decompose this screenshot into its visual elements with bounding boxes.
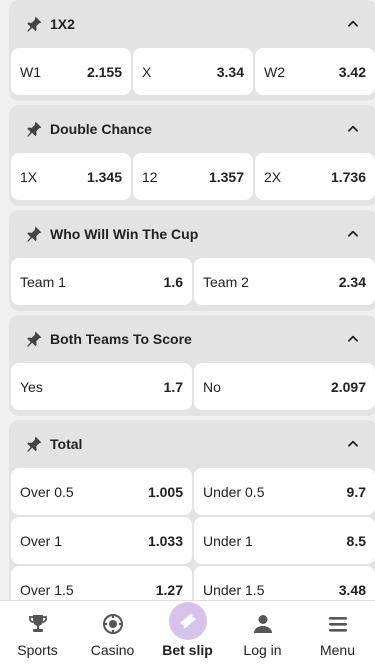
odds-button-over-1[interactable]: Over 1 1.033 — [11, 517, 192, 564]
odds-value: 3.42 — [338, 63, 366, 80]
nav-item-sports[interactable]: Sports — [3, 602, 73, 666]
odds-value: 1.345 — [86, 168, 122, 185]
odds-row: Over 0.5 1.005 Under 0.5 9.7 — [9, 468, 375, 515]
outcome-label: Team 1 — [20, 273, 66, 290]
outcome-label: W1 — [20, 63, 41, 80]
chevron-up-icon[interactable] — [343, 224, 363, 244]
odds-value: 2.34 — [338, 273, 366, 290]
odds-value: 1.7 — [163, 378, 183, 395]
market-header[interactable]: Double Chance — [9, 105, 375, 153]
user-icon — [250, 611, 276, 637]
odds-value: 3.48 — [338, 581, 366, 598]
nav-item-menu[interactable]: Menu — [303, 602, 373, 666]
chevron-up-icon[interactable] — [343, 329, 363, 349]
odds-row: Over 1 1.033 Under 1 8.5 — [9, 517, 375, 564]
odds-value: 1.357 — [208, 168, 244, 185]
odds-button-over-0-5[interactable]: Over 0.5 1.005 — [11, 468, 192, 515]
pin-icon[interactable] — [23, 13, 45, 35]
market-title: Who Will Win The Cup — [50, 226, 199, 242]
odds-value: 1.27 — [155, 581, 183, 598]
odds-value: 2.097 — [330, 378, 366, 395]
nav-label: Log in — [243, 642, 282, 658]
market-double-chance: Double Chance 1X 1.345 12 1.357 2X 1.736 — [9, 105, 375, 206]
odds-row: 1X 1.345 12 1.357 2X 1.736 — [9, 153, 375, 200]
market-header[interactable]: Total — [9, 420, 375, 468]
odds-button-team-1[interactable]: Team 1 1.6 — [11, 258, 192, 305]
outcome-label: W2 — [264, 63, 285, 80]
outcome-label: 1X — [20, 168, 38, 185]
nav-item-log-in[interactable]: Log in — [228, 602, 298, 666]
market-header[interactable]: Who Will Win The Cup — [9, 210, 375, 258]
odds-button-yes[interactable]: Yes 1.7 — [11, 363, 192, 410]
nav-item-bet-slip[interactable]: Bet slip — [153, 602, 223, 666]
chevron-up-icon[interactable] — [343, 434, 363, 454]
outcome-label: Over 0.5 — [20, 483, 74, 500]
odds-button-w2[interactable]: W2 3.42 — [255, 48, 375, 95]
outcome-label: No — [203, 378, 221, 395]
pin-icon[interactable] — [23, 328, 45, 350]
market-1x2: 1X2 W1 2.155 X 3.34 W2 3.42 — [9, 0, 375, 101]
odds-value: 1.005 — [147, 483, 183, 500]
odds-value: 1.736 — [330, 168, 366, 185]
ticket-icon — [168, 602, 207, 640]
nav-item-casino[interactable]: Casino — [78, 602, 148, 666]
chevron-up-icon[interactable] — [343, 14, 363, 34]
market-header[interactable]: 1X2 — [9, 0, 375, 48]
pin-icon[interactable] — [23, 118, 45, 140]
menu-icon — [325, 611, 351, 637]
market-total: Total Over 0.5 1.005 Under 0.5 9.7 Over 1 1.03… — [9, 420, 375, 619]
odds-row: W1 2.155 X 3.34 W2 3.42 — [9, 48, 375, 95]
outcome-label: X — [142, 63, 152, 80]
outcome-label: 12 — [142, 168, 158, 185]
app-root: 1X2 W1 2.155 X 3.34 W2 3.42 Double Chance 1X 1.34… — [0, 0, 375, 666]
trophy-icon — [25, 611, 51, 637]
odds-button-2x[interactable]: 2X 1.736 — [255, 153, 375, 200]
market-title: Total — [50, 436, 83, 452]
pin-icon[interactable] — [23, 223, 45, 245]
outcome-label: Over 1.5 — [20, 581, 74, 598]
odds-value: 2.155 — [86, 63, 122, 80]
odds-row: Yes 1.7 No 2.097 — [9, 363, 375, 410]
odds-button-1x[interactable]: 1X 1.345 — [11, 153, 131, 200]
odds-button-x[interactable]: X 3.34 — [133, 48, 253, 95]
market-both-teams-to-score: Both Teams To Score Yes 1.7 No 2.097 — [9, 315, 375, 416]
odds-value: 8.5 — [346, 532, 366, 549]
outcome-label: Over 1 — [20, 532, 63, 549]
odds-value: 1.6 — [163, 273, 183, 290]
market-title: Double Chance — [50, 121, 152, 137]
odds-value: 1.033 — [147, 532, 183, 549]
market-header[interactable]: Both Teams To Score — [9, 315, 375, 363]
bottom-navigation: Sports Casino Bet slip Log in Menu — [0, 600, 375, 666]
odds-button-under-0-5[interactable]: Under 0.5 9.7 — [194, 468, 375, 515]
casino-chip-icon — [100, 611, 126, 637]
odds-button-12[interactable]: 12 1.357 — [133, 153, 253, 200]
outcome-label: Team 2 — [203, 273, 249, 290]
outcome-label: Under 1.5 — [203, 581, 265, 598]
outcome-label: Under 0.5 — [203, 483, 265, 500]
markets-list: 1X2 W1 2.155 X 3.34 W2 3.42 Double Chance 1X 1.34… — [0, 0, 375, 623]
market-who-will-win-the-cup: Who Will Win The Cup Team 1 1.6 Team 2 2.34 — [9, 210, 375, 311]
nav-label: Casino — [90, 642, 135, 658]
odds-button-w1[interactable]: W1 2.155 — [11, 48, 131, 95]
nav-label: Menu — [319, 642, 356, 658]
outcome-label: Under 1 — [203, 532, 253, 549]
market-title: Both Teams To Score — [50, 331, 192, 347]
odds-button-under-1[interactable]: Under 1 8.5 — [194, 517, 375, 564]
odds-row: Team 1 1.6 Team 2 2.34 — [9, 258, 375, 305]
nav-label: Sports — [17, 642, 58, 658]
odds-value: 9.7 — [346, 483, 366, 500]
pin-icon[interactable] — [23, 433, 45, 455]
market-title: 1X2 — [50, 16, 75, 32]
odds-button-team-2[interactable]: Team 2 2.34 — [194, 258, 375, 305]
odds-button-no[interactable]: No 2.097 — [194, 363, 375, 410]
nav-label: Bet slip — [162, 642, 213, 658]
outcome-label: 2X — [264, 168, 282, 185]
chevron-up-icon[interactable] — [343, 119, 363, 139]
odds-value: 3.34 — [216, 63, 244, 80]
outcome-label: Yes — [20, 378, 43, 395]
